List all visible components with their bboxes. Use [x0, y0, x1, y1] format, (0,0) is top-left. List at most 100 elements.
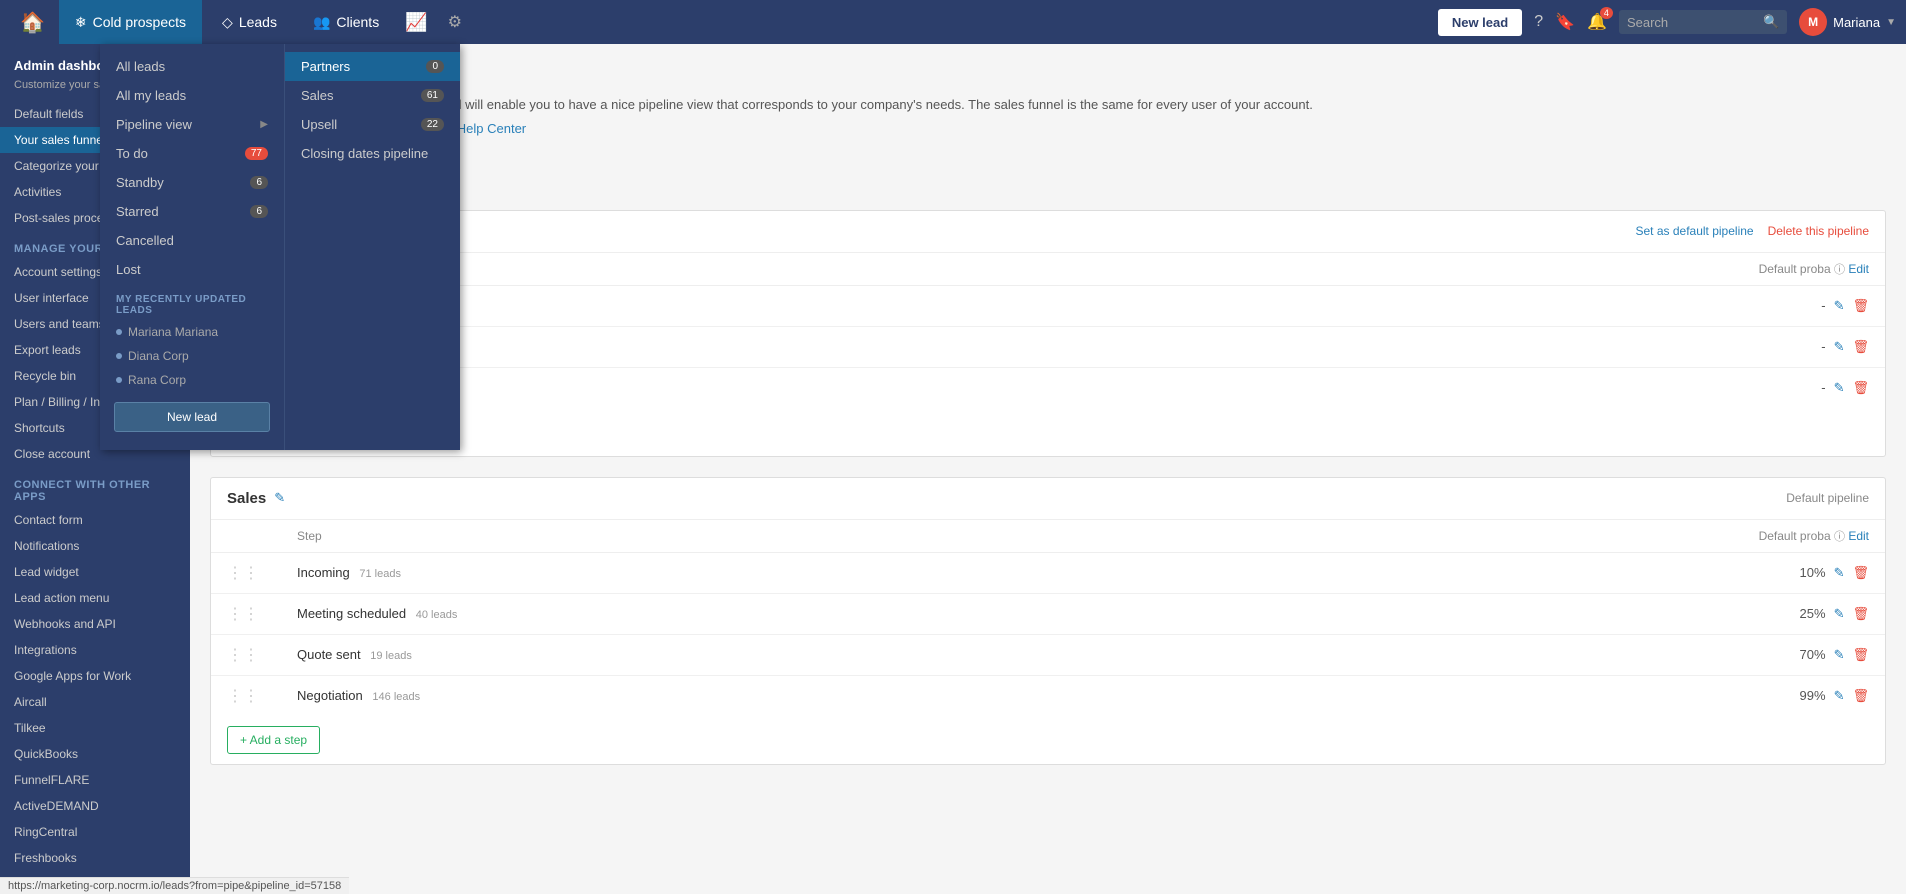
sidebar-item-notifications[interactable]: Notifications	[0, 533, 190, 559]
step-count: 146 leads	[372, 691, 420, 703]
sidebar-item-quickbooks[interactable]: QuickBooks	[0, 741, 190, 767]
drag-handle[interactable]: ⋮⋮	[227, 688, 265, 705]
tab-clients[interactable]: 👥 Clients	[297, 0, 395, 44]
chart-icon[interactable]: 📈	[399, 12, 433, 33]
home-icon[interactable]: 🏠	[10, 10, 55, 35]
step-edit-icon[interactable]: ✎	[1834, 688, 1845, 704]
th-edit-link-partners[interactable]: Edit	[1848, 262, 1869, 276]
search-box[interactable]: 🔍	[1619, 10, 1787, 34]
dd-pipeline-sales[interactable]: Sales 61	[285, 81, 460, 110]
sidebar-item-activedemand[interactable]: ActiveDEMAND	[0, 793, 190, 819]
dd-item-todo[interactable]: To do 77	[100, 139, 284, 168]
new-lead-button[interactable]: New lead	[1438, 9, 1522, 36]
table-row: ⋮⋮ Follow-up 0 leads - ✎ 🗑	[211, 367, 1885, 408]
recent-leads-section-title: MY RECENTLY UPDATED LEADS	[100, 284, 284, 320]
pipeline-partners-set-default[interactable]: Set as default pipeline	[1636, 224, 1754, 238]
step-actions: - ✎ 🗑	[1084, 298, 1869, 314]
pipeline-view-arrow: ▶	[260, 119, 268, 130]
step-edit-icon[interactable]: ✎	[1834, 339, 1845, 355]
step-delete-icon[interactable]: 🗑	[1852, 647, 1869, 663]
sales-badge: 61	[421, 89, 444, 102]
tab-cold-prospects[interactable]: ❄ Cold prospects	[59, 0, 202, 44]
sidebar-item-lead-widget[interactable]: Lead widget	[0, 559, 190, 585]
sidebar-item-freshbooks[interactable]: Freshbooks	[0, 845, 190, 871]
leads-dropdown: All leads All my leads Pipeline view ▶ T…	[100, 44, 460, 450]
cold-prospects-icon: ❄	[75, 14, 87, 31]
dd-item-standby[interactable]: Standby 6	[100, 168, 284, 197]
drag-handle[interactable]: ⋮⋮	[227, 647, 265, 664]
sidebar-connect-header: Connect with other apps	[0, 467, 190, 507]
lead-dot	[116, 353, 122, 359]
page-title: Define your sales steps	[210, 64, 1886, 87]
dd-item-pipeline-view[interactable]: Pipeline view ▶	[100, 110, 284, 139]
dd-pipeline-upsell[interactable]: Upsell 22	[285, 110, 460, 139]
step-edit-icon[interactable]: ✎	[1834, 647, 1845, 663]
sidebar-item-google-apps[interactable]: Google Apps for Work	[0, 663, 190, 689]
pipeline-sales: Sales ✎ Default pipeline Step Default pr…	[210, 477, 1886, 765]
step-count: 71 leads	[359, 568, 401, 580]
pipeline-sales-table: Step Default proba ⓘ Edit ⋮⋮ Incoming 7	[211, 520, 1885, 716]
table-row: ⋮⋮ Negotiation 146 leads 99% ✎ 🗑	[211, 675, 1885, 716]
pipeline-sales-header: Sales ✎ Default pipeline	[211, 478, 1885, 520]
step-delete-icon[interactable]: 🗑	[1852, 298, 1869, 314]
page-links: Find out more in 🎓 Our Academy ● The Hel…	[210, 121, 1886, 137]
user-menu[interactable]: M Mariana ▼	[1799, 8, 1896, 36]
dropdown-new-lead-button[interactable]: New lead	[114, 402, 270, 432]
step-name: Quote sent	[297, 647, 361, 662]
lead-dot	[116, 329, 122, 335]
status-bar: https://marketing-corp.nocrm.io/leads?fr…	[0, 877, 349, 894]
step-delete-icon[interactable]: 🗑	[1852, 688, 1869, 704]
dd-item-all-leads[interactable]: All leads	[100, 52, 284, 81]
dd-pipeline-partners[interactable]: Partners 0	[285, 52, 460, 81]
prob-help-icon-sales[interactable]: ⓘ	[1834, 531, 1845, 543]
th-edit-link-sales[interactable]: Edit	[1848, 529, 1869, 543]
clients-icon: 👥	[313, 14, 330, 31]
dd-item-lost[interactable]: Lost	[100, 255, 284, 284]
sidebar-item-tilkee[interactable]: Tilkee	[0, 715, 190, 741]
step-prob: -	[1821, 339, 1825, 354]
search-input[interactable]	[1627, 15, 1757, 30]
drag-handle[interactable]: ⋮⋮	[227, 565, 265, 582]
step-edit-icon[interactable]: ✎	[1834, 380, 1845, 396]
dd-recent-lead-1[interactable]: Diana Corp	[100, 344, 284, 368]
pipeline-sales-actions: Default pipeline	[1786, 491, 1869, 505]
step-count: 40 leads	[416, 609, 458, 621]
sidebar-item-aircall[interactable]: Aircall	[0, 689, 190, 715]
step-count: 19 leads	[370, 650, 412, 662]
dd-recent-lead-0[interactable]: Mariana Mariana	[100, 320, 284, 344]
pipeline-partners-delete[interactable]: Delete this pipeline	[1768, 224, 1869, 238]
step-delete-icon[interactable]: 🗑	[1852, 339, 1869, 355]
dd-item-cancelled[interactable]: Cancelled	[100, 226, 284, 255]
sidebar-item-contact-form[interactable]: Contact form	[0, 507, 190, 533]
sidebar-item-webhooks[interactable]: Webhooks and API	[0, 611, 190, 637]
sidebar-item-integrations[interactable]: Integrations	[0, 637, 190, 663]
help-icon[interactable]: ?	[1534, 13, 1543, 31]
step-edit-icon[interactable]: ✎	[1834, 298, 1845, 314]
sidebar-item-ringcentral[interactable]: RingCentral	[0, 819, 190, 845]
dd-recent-lead-2[interactable]: Rana Corp	[100, 368, 284, 392]
add-step-sales-button[interactable]: + Add a step	[227, 726, 320, 754]
settings-icon[interactable]: ⚙	[438, 12, 472, 32]
dd-item-all-my-leads[interactable]: All my leads	[100, 81, 284, 110]
table-row: ⋮⋮ Contacted 0 leads - ✎ 🗑	[211, 285, 1885, 326]
dd-pipeline-closing[interactable]: Closing dates pipeline	[285, 139, 460, 168]
tab-leads[interactable]: ◇ Leads	[206, 0, 293, 44]
dd-item-starred[interactable]: Starred 6	[100, 197, 284, 226]
pipeline-partners-header: Partners ✎ Set as default pipeline Delet…	[211, 211, 1885, 253]
dropdown-left-panel: All leads All my leads Pipeline view ▶ T…	[100, 44, 285, 450]
notifications-icon[interactable]: 🔔4	[1587, 12, 1607, 32]
drag-handle[interactable]: ⋮⋮	[227, 606, 265, 623]
pipeline-sales-edit-icon[interactable]: ✎	[274, 490, 285, 506]
step-delete-icon[interactable]: 🗑	[1852, 565, 1869, 581]
step-delete-icon[interactable]: 🗑	[1852, 606, 1869, 622]
sidebar-item-lead-action-menu[interactable]: Lead action menu	[0, 585, 190, 611]
step-edit-icon[interactable]: ✎	[1834, 565, 1845, 581]
topnav: 🏠 ❄ Cold prospects ◇ Leads 👥 Clients 📈 ⚙…	[0, 0, 1906, 44]
sidebar-item-funnelflare[interactable]: FunnelFLARE	[0, 767, 190, 793]
step-delete-icon[interactable]: 🗑	[1852, 380, 1869, 396]
th-drag-sales	[211, 520, 281, 553]
sidebar-activities-label: Activities	[14, 185, 61, 199]
prob-help-icon-partners[interactable]: ⓘ	[1834, 264, 1845, 276]
bookmark-icon[interactable]: 🔖	[1555, 12, 1575, 32]
step-edit-icon[interactable]: ✎	[1834, 606, 1845, 622]
